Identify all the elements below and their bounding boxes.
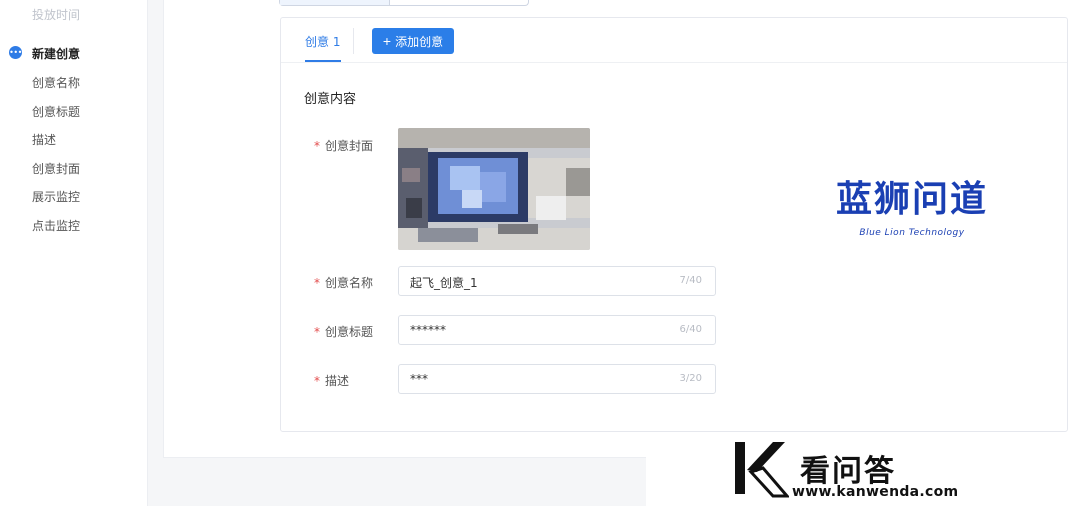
add-creative-label: 添加创意	[395, 34, 444, 49]
creative-name-value: 起飞_创意_1	[410, 276, 478, 290]
sidebar-item-impression-tracking[interactable]: 展示监控	[32, 188, 80, 205]
name-label: * 创意名称	[314, 276, 374, 290]
required-mark: *	[314, 139, 320, 153]
description-field[interactable]: *** 3/20	[398, 364, 716, 394]
sidebar-item-creative-cover[interactable]: 创意封面	[32, 160, 80, 177]
section-title: 创意内容	[304, 92, 357, 107]
sidebar-item-creative-title[interactable]: 创意标题	[32, 103, 80, 120]
description-value: ***	[410, 372, 428, 386]
sidebar-item-creative-name[interactable]: 创意名称	[32, 74, 80, 91]
title-label: * 创意标题	[314, 325, 374, 339]
plus-icon: +	[382, 33, 392, 49]
creative-name-counter: 7/40	[679, 275, 702, 286]
description-counter: 3/20	[679, 373, 702, 384]
lanshi-watermark: 蓝狮问道 Blue Lion Technology	[826, 178, 998, 238]
description-label: * 描述	[314, 374, 350, 388]
cover-image[interactable]	[398, 128, 590, 250]
lanshi-watermark-en: Blue Lion Technology	[859, 228, 965, 238]
tab-creative-1[interactable]: 创意 1	[305, 33, 340, 50]
creative-tabs: 创意 1 + 添加创意	[281, 18, 1067, 63]
active-tab-indicator	[305, 60, 341, 62]
lanshi-watermark-cn: 蓝狮问道	[835, 179, 988, 220]
creative-name-field[interactable]: 起飞_创意_1 7/40	[398, 266, 716, 296]
add-creative-button[interactable]: + 添加创意	[372, 28, 454, 54]
date-range-input[interactable]	[279, 0, 529, 6]
sidebar: 投放时间 ••• 新建创意 创意名称 创意标题 描述 创意封面 展示监控 点击监…	[0, 0, 148, 506]
cover-label: * 创意封面	[314, 139, 374, 153]
creative-title-value: ******	[410, 323, 446, 337]
sidebar-item-new-creative[interactable]: 新建创意	[32, 45, 80, 62]
kanwenda-watermark-url: www.kanwenda.com	[792, 484, 959, 500]
sidebar-item-schedule[interactable]: 投放时间	[32, 6, 80, 23]
cover-thumbnail-pixelated	[398, 128, 590, 250]
more-dots-icon: •••	[9, 46, 22, 59]
sidebar-item-description[interactable]: 描述	[32, 131, 56, 148]
sidebar-item-click-tracking[interactable]: 点击监控	[32, 217, 80, 234]
kanwenda-watermark: 看问答 www.kanwenda.com	[646, 432, 1080, 506]
creative-title-field[interactable]: ****** 6/40	[398, 315, 716, 345]
tab-divider	[353, 28, 354, 54]
kanwenda-logo-icon	[735, 442, 789, 498]
creative-title-counter: 6/40	[679, 324, 702, 335]
